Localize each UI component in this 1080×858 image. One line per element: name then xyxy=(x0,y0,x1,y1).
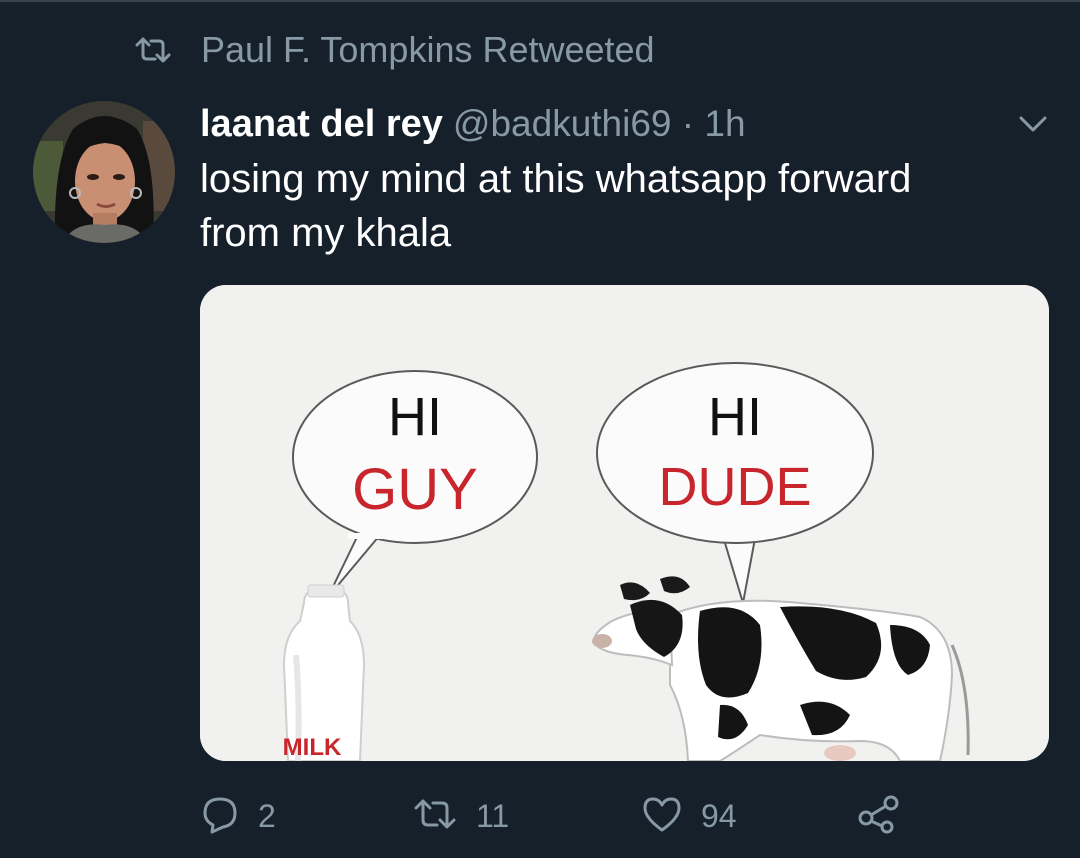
author-avatar[interactable] xyxy=(33,101,175,243)
share-icon xyxy=(857,794,901,839)
retweet-button[interactable]: 11 xyxy=(412,790,509,842)
retweet-count: 11 xyxy=(476,797,510,834)
tweet-actions: 2 11 94 xyxy=(200,790,920,842)
reply-button[interactable]: 2 xyxy=(200,790,276,842)
tweet-text: losing my mind at this whatsapp forward … xyxy=(200,152,1050,260)
tweet-header: laanat del rey @badkuthi69 · 1h xyxy=(200,96,746,152)
reply-icon xyxy=(200,794,240,839)
bottle-label: MILK xyxy=(283,734,342,761)
bubble-left-line-1: HI xyxy=(388,387,442,447)
top-divider xyxy=(0,0,1080,2)
bubble-right-line-1: HI xyxy=(708,387,762,447)
bubble-right-line-2: DUDE xyxy=(658,457,811,517)
bubble-left-line-2: GUY xyxy=(352,457,478,522)
tweet-media-image[interactable]: HI GUY HI DUDE MILK xyxy=(200,285,1049,761)
share-button[interactable] xyxy=(857,790,901,842)
heart-icon xyxy=(641,795,683,838)
retweet-context[interactable]: Paul F. Tompkins Retweeted xyxy=(133,28,655,72)
chevron-down-icon[interactable] xyxy=(1016,112,1050,136)
like-button[interactable]: 94 xyxy=(641,790,737,842)
retweet-context-label: Paul F. Tompkins Retweeted xyxy=(201,29,655,70)
retweet-action-icon xyxy=(412,796,458,837)
tweet-text-line-1: losing my mind at this whatsapp forward xyxy=(200,157,912,201)
like-count: 94 xyxy=(701,797,737,834)
retweet-icon xyxy=(133,35,173,65)
reply-count: 2 xyxy=(258,797,276,834)
author-handle-and-time[interactable]: @badkuthi69 · 1h xyxy=(453,103,746,145)
author-name[interactable]: laanat del rey xyxy=(200,103,443,146)
tweet-text-line-2: from my khala xyxy=(200,211,452,255)
